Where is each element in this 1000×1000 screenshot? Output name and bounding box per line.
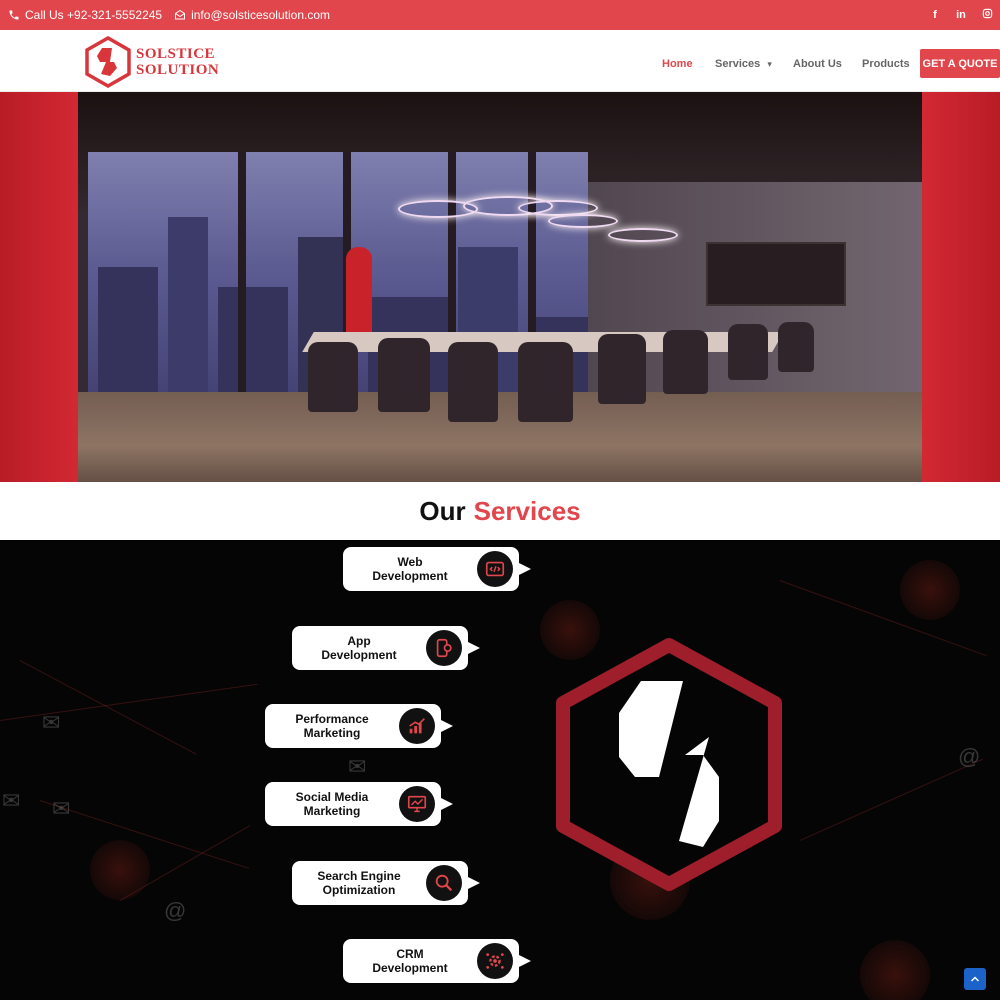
email-text: info@solsticesolution.com [191,8,331,22]
at-sign-icon: @ [164,898,187,923]
hero-banner [0,92,1000,482]
service-label-line2: Development [372,569,448,583]
monitor-chart-icon [399,786,435,822]
envelope-icon: ✉ [2,788,21,813]
envelope-icon: ✉ [52,796,71,821]
service-label-line2: Marketing [303,726,361,740]
growth-chart-icon [399,708,435,744]
nav-products[interactable]: Products [862,58,910,70]
service-label-line2: Marketing [303,804,361,818]
service-label: App Development [292,634,426,662]
instagram-icon[interactable] [982,8,993,22]
email-contact[interactable]: info@solsticesolution.com [174,8,330,22]
service-social-media-marketing[interactable]: Social Media Marketing [265,782,453,826]
service-label-line1: Web [397,555,423,569]
service-label-line1: Search Engine [317,869,401,883]
nav-services-label: Services [715,58,761,70]
chevron-up-icon [970,976,980,982]
service-label-line2: Development [321,648,397,662]
mobile-gear-icon [426,630,462,666]
solstice-large-logo-icon [556,638,782,891]
service-search-engine-optimization[interactable]: Search Engine Optimization [292,861,480,905]
service-label: CRM Development [343,947,477,975]
site-logo[interactable]: SOLSTICE SOLUTION [84,36,219,88]
service-label-line2: Development [372,961,448,975]
logo-text-line2: SOLUTION [136,62,220,78]
service-crm-development[interactable]: CRM Development [343,939,531,983]
phone-icon [9,10,19,20]
nav-home[interactable]: Home [662,58,693,70]
logo-text-line1: SOLSTICE [136,46,216,62]
service-app-development[interactable]: App Development [292,626,480,670]
service-label-line1: App [347,634,371,648]
code-window-icon [477,551,513,587]
top-contact-bar: Call Us +92-321-5552245 info@solsticesol… [0,0,1000,30]
section-title-part2: Services [473,495,581,526]
nav-services[interactable]: Services ▾ [715,58,772,70]
service-label-line2: Optimization [322,883,396,897]
section-title: Our Services [0,482,1000,540]
solstice-logo-icon [85,36,131,88]
social-links: f in [930,0,993,30]
nav-about-us[interactable]: About Us [793,58,842,70]
facebook-icon[interactable]: f [930,9,940,21]
magnifier-icon [426,865,462,901]
section-title-part1: Our [419,495,466,526]
scroll-to-top-button[interactable] [964,968,986,990]
service-label: Performance Marketing [265,712,399,740]
envelope-icon [175,9,186,20]
site-header: SOLSTICE SOLUTION Home Services ▾ About … [0,30,1000,92]
phone-text: Call Us +92-321-5552245 [25,8,163,22]
service-label-line1: CRM [396,947,424,961]
phone-contact[interactable]: Call Us +92-321-5552245 [8,8,162,22]
linkedin-icon[interactable]: in [956,9,966,21]
get-a-quote-button[interactable]: GET A QUOTE [920,49,1000,78]
envelope-icon: ✉ [348,754,367,779]
service-label: Web Development [343,555,477,583]
chevron-down-icon: ▾ [767,59,772,69]
service-performance-marketing[interactable]: Performance Marketing [265,704,453,748]
gear-network-icon [477,943,513,979]
envelope-icon: ✉ [42,710,61,735]
service-label-line1: Social Media [295,790,369,804]
service-label: Social Media Marketing [265,790,399,818]
service-label-line1: Performance [295,712,369,726]
at-sign-icon: @ [958,744,981,769]
service-label: Search Engine Optimization [292,869,426,897]
service-web-development[interactable]: Web Development [343,547,531,591]
services-section: ✉ ✉ ✉ ✉ @ @ Web Development App Developm… [0,540,1000,1000]
